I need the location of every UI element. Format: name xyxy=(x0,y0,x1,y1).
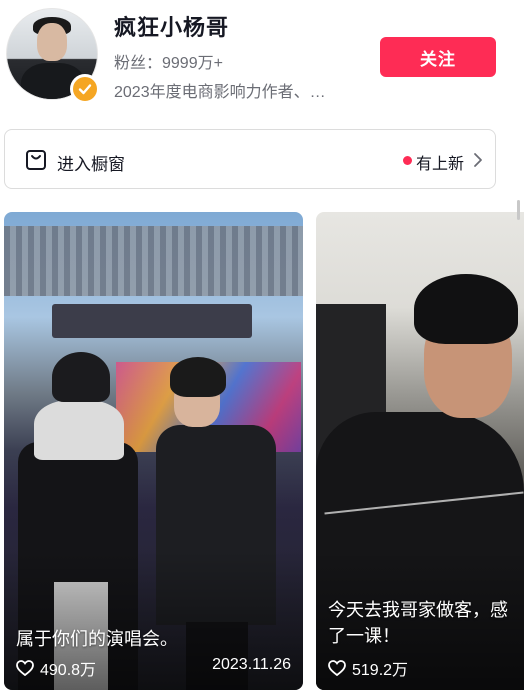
verified-check-icon xyxy=(70,74,100,104)
shopping-bag-icon xyxy=(26,150,46,170)
shop-window-entry[interactable]: 进入橱窗 有上新 xyxy=(4,129,496,189)
heart-icon xyxy=(328,660,346,676)
video-caption: 今天去我哥家做客，感 了一课！ xyxy=(328,597,508,649)
new-indicator-dot xyxy=(403,156,412,165)
video-date: 2023.11.26 xyxy=(212,656,291,673)
like-count: 519.2万 xyxy=(328,656,408,680)
profile-header: 疯狂小杨哥 粉丝：9999万+ 2023年度电商影响力作者、… 关注 xyxy=(0,0,524,115)
heart-icon xyxy=(16,660,34,676)
profile-description: 2023年度电商影响力作者、… xyxy=(114,84,326,101)
new-items-label: 有上新 xyxy=(416,156,465,173)
profile-name: 疯狂小杨哥 xyxy=(114,15,230,40)
shop-window-label: 进入橱窗 xyxy=(57,155,125,174)
video-card[interactable]: 属于你们的演唱会。 490.8万 2023.11.26 xyxy=(4,212,303,690)
scrollbar[interactable] xyxy=(517,200,520,220)
video-caption: 属于你们的演唱会。 xyxy=(16,629,178,649)
follow-button[interactable]: 关注 xyxy=(380,37,496,77)
video-caption-line: 了一课！ xyxy=(328,626,400,646)
like-count-value: 490.8万 xyxy=(40,662,97,679)
video-caption-line: 今天去我哥家做客，感 xyxy=(328,600,508,620)
like-count-value: 519.2万 xyxy=(352,662,409,679)
like-count: 490.8万 xyxy=(16,656,96,680)
avatar[interactable] xyxy=(6,8,100,104)
video-card[interactable]: 今天去我哥家做客，感 了一课！ 519.2万 xyxy=(316,212,524,690)
fans-count: 粉丝：9999万+ xyxy=(114,55,223,72)
chevron-right-icon xyxy=(474,153,482,167)
